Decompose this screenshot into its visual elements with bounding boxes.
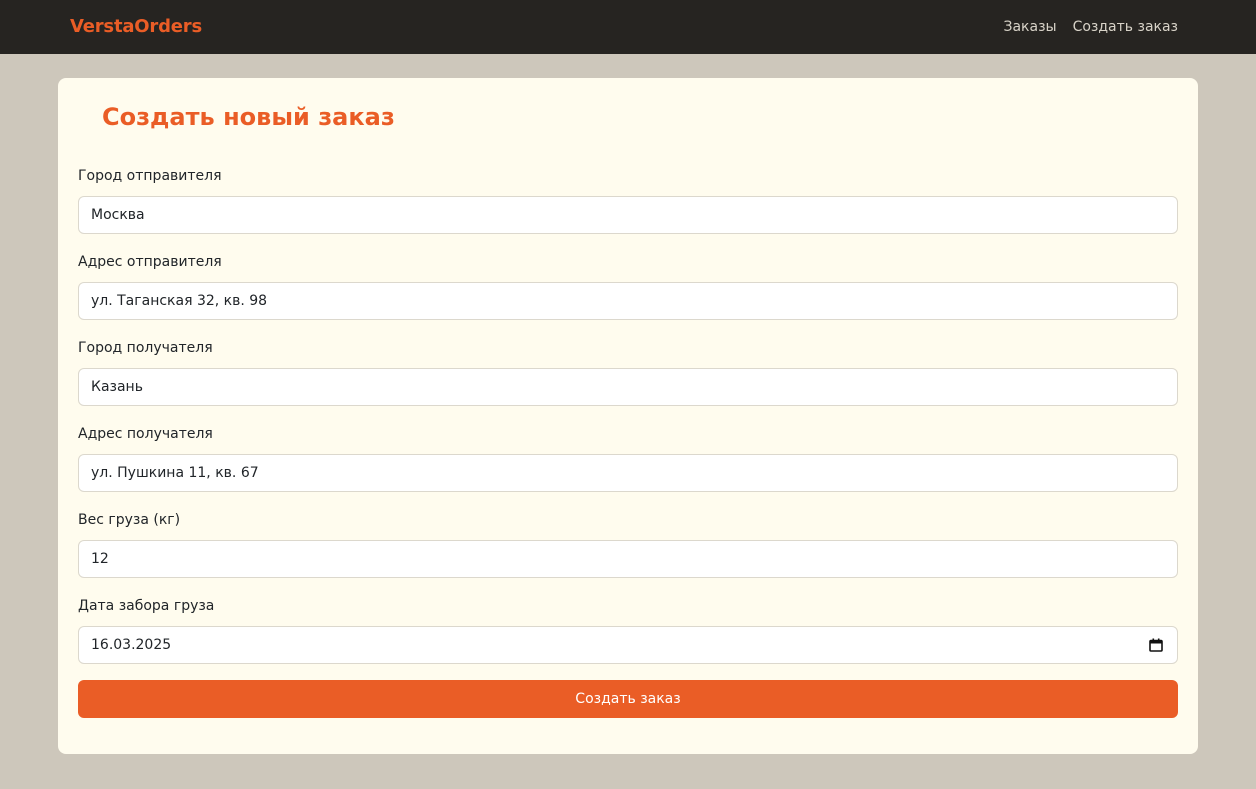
pickup-date-label: Дата забора груза (78, 598, 215, 614)
weight-label: Вес груза (кг) (78, 512, 181, 528)
sender-city-input[interactable] (78, 196, 1178, 234)
recipient-address-input[interactable] (78, 454, 1178, 492)
recipient-city-label: Город получателя (78, 340, 213, 356)
recipient-city-input[interactable] (78, 368, 1178, 406)
create-order-button[interactable]: Создать заказ (78, 680, 1178, 718)
nav-link-create-order[interactable]: Создать заказ (1073, 16, 1178, 38)
nav-links: Заказы Создать заказ (1004, 16, 1179, 38)
calendar-icon[interactable] (1149, 638, 1163, 652)
sender-address-label: Адрес отправителя (78, 254, 222, 270)
top-navbar: VerstaOrders Заказы Создать заказ (0, 0, 1256, 54)
brand-logo[interactable]: VerstaOrders (70, 15, 202, 39)
sender-address-input[interactable] (78, 282, 1178, 320)
sender-city-label: Город отправителя (78, 168, 222, 184)
page-title: Создать новый заказ (102, 103, 395, 131)
recipient-address-label: Адрес получателя (78, 426, 213, 442)
weight-input[interactable] (78, 540, 1178, 578)
pickup-date-value[interactable]: 16.03.2025 (91, 636, 171, 654)
pickup-date-input[interactable]: 16.03.2025 (78, 626, 1178, 664)
nav-link-orders[interactable]: Заказы (1004, 16, 1057, 38)
create-order-card: Создать новый заказ Город отправителя Ад… (58, 78, 1198, 754)
